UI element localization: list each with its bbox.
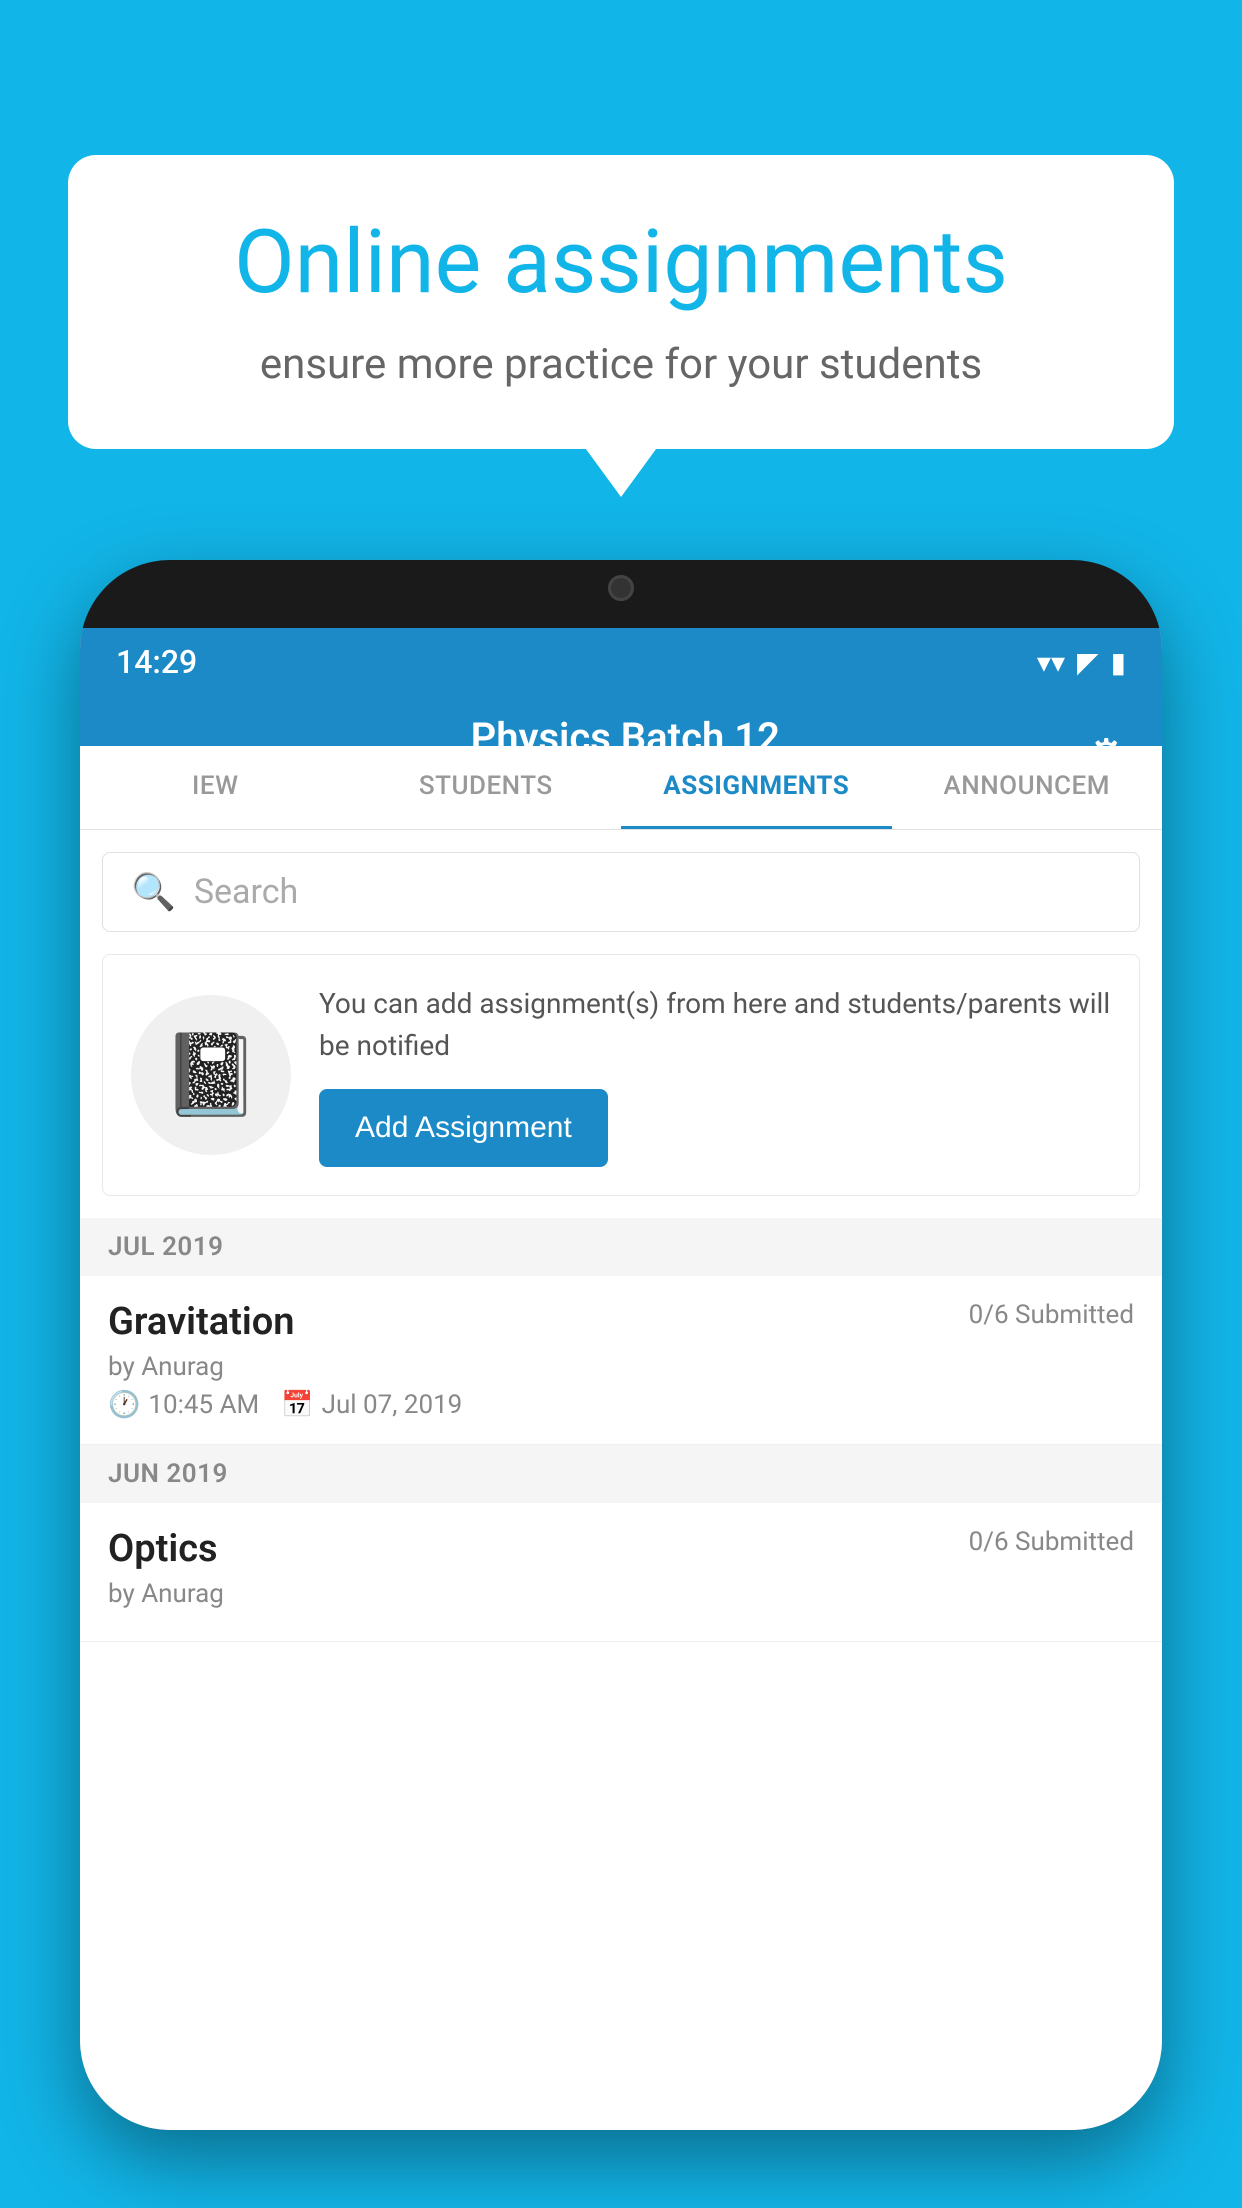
status-bar: 14:29 ▾▾ ◤ ▮ (80, 628, 1162, 696)
phone-frame: 14:29 ▾▾ ◤ ▮ ← Physics Batch 12 Owner ⚙ (80, 560, 1162, 2130)
phone-container: 14:29 ▾▾ ◤ ▮ ← Physics Batch 12 Owner ⚙ (80, 560, 1162, 2208)
assignment-row-top-optics: Optics 0/6 Submitted (108, 1527, 1134, 1571)
tab-assignments[interactable]: ASSIGNMENTS (621, 746, 892, 829)
section-header-jun: JUN 2019 (80, 1445, 1162, 1503)
assignment-status-gravitation: 0/6 Submitted (969, 1300, 1134, 1330)
assignment-time-gravitation: 🕐 10:45 AM (108, 1390, 259, 1420)
speech-bubble-subtitle: ensure more practice for your students (138, 340, 1104, 389)
tab-students[interactable]: STUDENTS (351, 746, 622, 829)
assignment-item-optics[interactable]: Optics 0/6 Submitted by Anurag (80, 1503, 1162, 1642)
notebook-icon: 📓 (161, 1028, 261, 1122)
clock-icon: 🕐 (108, 1390, 140, 1420)
assignment-title-gravitation: Gravitation (108, 1300, 295, 1344)
tab-iew[interactable]: IEW (80, 746, 351, 829)
speech-bubble-container: Online assignments ensure more practice … (68, 155, 1174, 449)
tab-announcements[interactable]: ANNOUNCEM (892, 746, 1163, 829)
assignment-author-optics: by Anurag (108, 1579, 1134, 1609)
search-bar[interactable]: 🔍 Search (102, 852, 1140, 932)
promo-description: You can add assignment(s) from here and … (319, 983, 1111, 1067)
assignment-meta-gravitation: 🕐 10:45 AM 📅 Jul 07, 2019 (108, 1390, 1134, 1420)
content-area: 🔍 Search 📓 You can add assignment(s) fro… (80, 830, 1162, 2130)
status-time: 14:29 (116, 643, 197, 681)
speech-bubble-title: Online assignments (138, 215, 1104, 312)
promo-icon-circle: 📓 (131, 995, 291, 1155)
section-header-jul: JUL 2019 (80, 1218, 1162, 1276)
add-assignment-button[interactable]: Add Assignment (319, 1089, 608, 1167)
assignment-row-top: Gravitation 0/6 Submitted (108, 1300, 1134, 1344)
assignment-title-optics: Optics (108, 1527, 218, 1571)
calendar-icon: 📅 (281, 1390, 313, 1420)
assignment-status-optics: 0/6 Submitted (969, 1527, 1134, 1557)
phone-camera (608, 575, 634, 601)
assignment-author-gravitation: by Anurag (108, 1352, 1134, 1382)
wifi-icon: ▾▾ (1037, 646, 1065, 679)
battery-icon: ▮ (1111, 646, 1126, 679)
assignment-date-gravitation: 📅 Jul 07, 2019 (281, 1390, 462, 1420)
search-icon: 🔍 (131, 871, 176, 913)
speech-bubble: Online assignments ensure more practice … (68, 155, 1174, 449)
tab-bar: IEW STUDENTS ASSIGNMENTS ANNOUNCEM (80, 746, 1162, 830)
assignment-item-gravitation[interactable]: Gravitation 0/6 Submitted by Anurag 🕐 10… (80, 1276, 1162, 1445)
search-placeholder: Search (194, 872, 298, 912)
promo-text-area: You can add assignment(s) from here and … (319, 983, 1111, 1167)
signal-icon: ◤ (1077, 646, 1099, 679)
promo-banner: 📓 You can add assignment(s) from here an… (102, 954, 1140, 1196)
phone-screen: 14:29 ▾▾ ◤ ▮ ← Physics Batch 12 Owner ⚙ (80, 628, 1162, 2130)
status-icons: ▾▾ ◤ ▮ (1037, 646, 1126, 679)
phone-notch (511, 560, 731, 615)
